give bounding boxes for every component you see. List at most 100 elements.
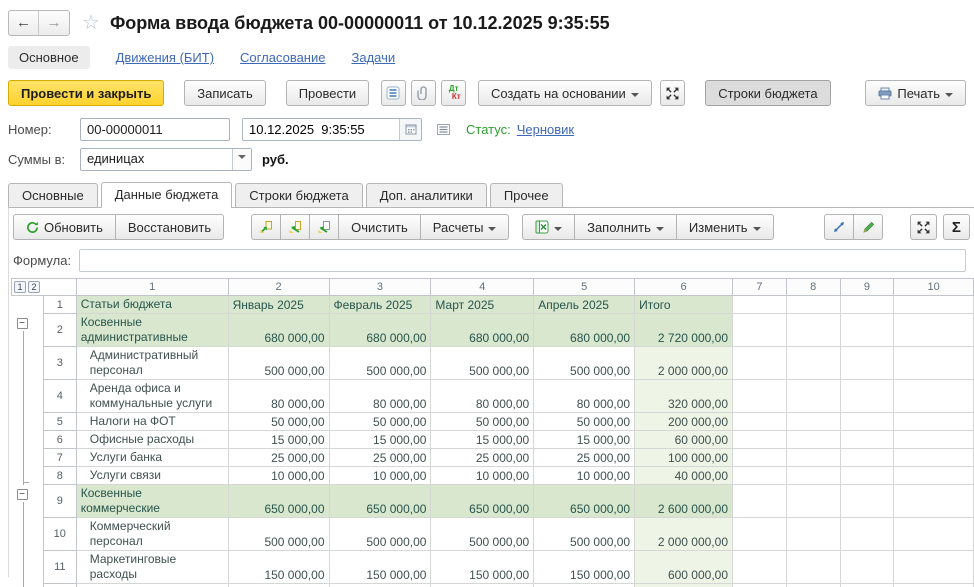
cell-r10-c7[interactable] bbox=[733, 518, 787, 551]
cell-r2-c6[interactable]: 2 720 000,00 bbox=[635, 314, 733, 347]
cell-r12-c2[interactable] bbox=[228, 584, 329, 587]
cell-r12-c3[interactable] bbox=[329, 584, 431, 587]
cell-r1-c9[interactable] bbox=[840, 296, 894, 314]
row-header-5[interactable]: 5 bbox=[43, 413, 76, 431]
cell-r10-c6[interactable]: 2 000 000,00 bbox=[635, 518, 733, 551]
row-header-10[interactable]: 10 bbox=[43, 518, 76, 551]
cell-r7-c10[interactable] bbox=[894, 449, 974, 467]
cell-r8-c5[interactable]: 10 000,00 bbox=[534, 467, 635, 485]
cell-r8-c6[interactable]: 40 000,00 bbox=[635, 467, 733, 485]
dt-kt-button[interactable]: ДтКт bbox=[441, 80, 466, 106]
cell-r11-c8[interactable] bbox=[786, 551, 840, 584]
cell-r8-c10[interactable] bbox=[894, 467, 974, 485]
cell-r12-c9[interactable] bbox=[840, 584, 894, 587]
cell-r12-c8[interactable] bbox=[786, 584, 840, 587]
cell-r2-c9[interactable] bbox=[840, 314, 894, 347]
cell-r8-c1[interactable]: Услуги связи bbox=[76, 467, 228, 485]
row-header-6[interactable]: 6 bbox=[43, 431, 76, 449]
cell-r6-c6[interactable]: 60 000,00 bbox=[635, 431, 733, 449]
col-header-6[interactable]: 6 bbox=[635, 279, 733, 296]
sums-combo[interactable]: единицах bbox=[80, 148, 252, 171]
cell-r2-c2[interactable]: 680 000,00 bbox=[228, 314, 329, 347]
cell-r1-c8[interactable] bbox=[786, 296, 840, 314]
collapse-group-button[interactable]: − bbox=[17, 318, 28, 329]
cell-r6-c10[interactable] bbox=[894, 431, 974, 449]
cell-r5-c6[interactable]: 200 000,00 bbox=[635, 413, 733, 431]
status-link[interactable]: Черновик bbox=[517, 122, 574, 137]
row-header-12[interactable]: 12 bbox=[43, 584, 76, 587]
cell-r2-c8[interactable] bbox=[786, 314, 840, 347]
cell-r4-c4[interactable]: 80 000,00 bbox=[431, 380, 534, 413]
group-level-1-button[interactable]: 1 bbox=[14, 281, 26, 293]
cell-r9-c6[interactable]: 2 600 000,00 bbox=[635, 485, 733, 518]
cell-r8-c7[interactable] bbox=[733, 467, 787, 485]
cell-r11-c2[interactable]: 150 000,00 bbox=[228, 551, 329, 584]
col-header-3[interactable]: 3 bbox=[329, 279, 431, 296]
cell-r11-c5[interactable]: 150 000,00 bbox=[534, 551, 635, 584]
col-header-2[interactable]: 2 bbox=[228, 279, 329, 296]
cell-r4-c2[interactable]: 80 000,00 bbox=[228, 380, 329, 413]
cell-r6-c2[interactable]: 15 000,00 bbox=[228, 431, 329, 449]
cell-r10-c4[interactable]: 500 000,00 bbox=[431, 518, 534, 551]
cell-r3-c4[interactable]: 500 000,00 bbox=[431, 347, 534, 380]
post-and-close-button[interactable]: Провести и закрыть bbox=[8, 80, 164, 106]
tab-other[interactable]: Прочее bbox=[490, 183, 563, 207]
cell-r4-c8[interactable] bbox=[786, 380, 840, 413]
cell-r6-c3[interactable]: 15 000,00 bbox=[329, 431, 431, 449]
cell-r6-c4[interactable]: 15 000,00 bbox=[431, 431, 534, 449]
cell-r12-c5[interactable] bbox=[534, 584, 635, 587]
cell-r8-c2[interactable]: 10 000,00 bbox=[228, 467, 329, 485]
clear-button[interactable]: Очистить bbox=[338, 214, 421, 240]
edit-cell-button[interactable] bbox=[853, 214, 883, 240]
cell-r10-c3[interactable]: 500 000,00 bbox=[329, 518, 431, 551]
cell-r5-c9[interactable] bbox=[840, 413, 894, 431]
row-header-3[interactable]: 3 bbox=[43, 347, 76, 380]
cell-r3-c8[interactable] bbox=[786, 347, 840, 380]
select-area-button[interactable] bbox=[824, 214, 854, 240]
history-list-button[interactable] bbox=[432, 119, 454, 139]
cell-r9-c8[interactable] bbox=[786, 485, 840, 518]
row-header-2[interactable]: 2 bbox=[43, 314, 76, 347]
cell-r11-c6[interactable]: 600 000,00 bbox=[635, 551, 733, 584]
cell-r3-c1[interactable]: Административный персонал bbox=[76, 347, 228, 380]
cell-r6-c7[interactable] bbox=[733, 431, 787, 449]
refresh-button[interactable]: Обновить bbox=[13, 214, 116, 240]
cell-r1-c5[interactable]: Апрель 2025 bbox=[534, 296, 635, 314]
nav-link-tasks[interactable]: Задачи bbox=[351, 50, 395, 65]
fullscreen-button[interactable] bbox=[660, 80, 685, 106]
cell-r10-c9[interactable] bbox=[840, 518, 894, 551]
cell-r6-c1[interactable]: Офисные расходы bbox=[76, 431, 228, 449]
cell-r7-c6[interactable]: 100 000,00 bbox=[635, 449, 733, 467]
restore-button[interactable]: Восстановить bbox=[115, 214, 224, 240]
cell-r4-c7[interactable] bbox=[733, 380, 787, 413]
attachments-button[interactable] bbox=[411, 80, 436, 106]
row-header-11[interactable]: 11 bbox=[43, 551, 76, 584]
cell-r3-c7[interactable] bbox=[733, 347, 787, 380]
cell-r9-c3[interactable]: 650 000,00 bbox=[329, 485, 431, 518]
cell-r7-c1[interactable]: Услуги банка bbox=[76, 449, 228, 467]
cell-r2-c10[interactable] bbox=[894, 314, 974, 347]
save-button[interactable]: Записать bbox=[184, 80, 266, 106]
post-button[interactable]: Провести bbox=[286, 80, 370, 106]
print-button[interactable]: Печать bbox=[865, 80, 966, 106]
register-records-button[interactable] bbox=[381, 80, 406, 106]
cell-r5-c10[interactable] bbox=[894, 413, 974, 431]
collapse-group-button[interactable]: − bbox=[17, 489, 28, 500]
row-header-9[interactable]: 9 bbox=[43, 485, 76, 518]
cell-r2-c7[interactable] bbox=[733, 314, 787, 347]
cell-r5-c2[interactable]: 50 000,00 bbox=[228, 413, 329, 431]
cell-r2-c5[interactable]: 680 000,00 bbox=[534, 314, 635, 347]
tab-budget-lines[interactable]: Строки бюджета bbox=[235, 183, 362, 207]
sum-button[interactable]: Σ bbox=[943, 214, 970, 240]
cell-r8-c9[interactable] bbox=[840, 467, 894, 485]
table-fullscreen-button[interactable] bbox=[910, 214, 937, 240]
cell-r1-c2[interactable]: Январь 2025 bbox=[228, 296, 329, 314]
row-header-7[interactable]: 7 bbox=[43, 449, 76, 467]
cell-r4-c9[interactable] bbox=[840, 380, 894, 413]
fill-button[interactable]: Заполнить bbox=[574, 214, 677, 240]
favorite-star-icon[interactable]: ☆ bbox=[82, 13, 100, 33]
cell-r10-c8[interactable] bbox=[786, 518, 840, 551]
row-header-8[interactable]: 8 bbox=[43, 467, 76, 485]
cell-r9-c10[interactable] bbox=[894, 485, 974, 518]
cell-r2-c3[interactable]: 680 000,00 bbox=[329, 314, 431, 347]
